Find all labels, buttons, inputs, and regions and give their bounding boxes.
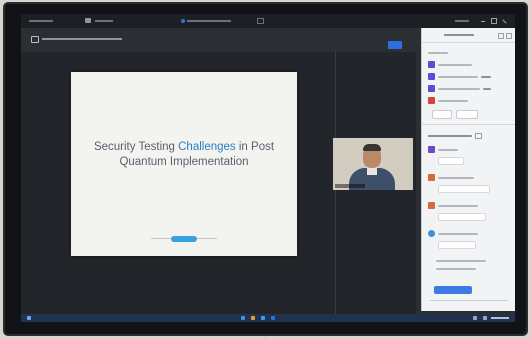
- avatar: [428, 146, 435, 153]
- system-clock[interactable]: [491, 317, 509, 319]
- avatar: [428, 97, 435, 104]
- chat-sender: [438, 204, 478, 207]
- slide-title-line-2: Quantum Implementation: [71, 155, 297, 170]
- meeting-titlebar: [21, 14, 515, 28]
- panel-title: [444, 34, 474, 36]
- shield-icon: [85, 18, 91, 23]
- chat-message: [428, 229, 512, 238]
- chevron-down-icon[interactable]: [475, 132, 482, 139]
- presentation-slide: Security Testing Challenges in Post Quan…: [71, 72, 297, 256]
- avatar: [428, 61, 435, 68]
- participant-collar: [367, 167, 377, 175]
- chat-sender: [438, 176, 474, 179]
- avatar: [428, 202, 435, 209]
- slide-title: Security Testing Challenges in Post Quan…: [71, 140, 297, 170]
- chat-bubble: [438, 185, 490, 193]
- record-icon: [31, 35, 39, 43]
- participant-name: [438, 99, 468, 102]
- participant-role: [481, 75, 491, 78]
- chat-bubble: [438, 213, 486, 221]
- participant-hair: [363, 144, 381, 151]
- new-messages-button[interactable]: [434, 286, 472, 294]
- participants-chat-panel: [421, 28, 515, 311]
- recording-notice: [42, 38, 122, 40]
- volume-icon[interactable]: [483, 316, 487, 320]
- chat-message: [428, 201, 512, 210]
- minimize-icon[interactable]: [481, 21, 485, 22]
- view-button[interactable]: [455, 20, 469, 22]
- popout-icon[interactable]: [498, 33, 504, 39]
- chat-system-note: [436, 260, 486, 262]
- chat-bubble: [438, 157, 464, 165]
- participant-name: [438, 63, 472, 66]
- meeting-topic[interactable]: [187, 20, 231, 22]
- chat-input[interactable]: [430, 300, 508, 301]
- slide-title-text: Quantum Implementation: [119, 156, 249, 168]
- titlebar-app-name: [29, 20, 53, 22]
- titlebar-status: [95, 20, 113, 22]
- avatar: [428, 73, 435, 80]
- monitor-frame: Security Testing Challenges in Post Quan…: [5, 4, 526, 334]
- participant-name-label: [335, 184, 365, 188]
- participant-row[interactable]: [428, 96, 512, 105]
- panel-section-label: [428, 48, 512, 57]
- avatar: [428, 230, 435, 237]
- chat-title: [428, 134, 472, 137]
- chat-sender: [438, 148, 458, 151]
- meeting-topic-icon: [181, 19, 185, 23]
- participant-name: [438, 75, 478, 78]
- windows-taskbar: [21, 314, 515, 322]
- close-icon[interactable]: [502, 19, 507, 24]
- chat-header: [428, 131, 512, 140]
- slide-title-text: Security Testing: [93, 141, 175, 153]
- mute-all-button[interactable]: [456, 110, 478, 119]
- meeting-screen: Security Testing Challenges in Post Quan…: [21, 14, 515, 322]
- browser-icon[interactable]: [261, 316, 265, 320]
- invite-button[interactable]: [432, 110, 452, 119]
- participant-name: [438, 87, 480, 90]
- chat-bubble: [438, 241, 476, 249]
- recording-ok-button[interactable]: [388, 41, 402, 49]
- chat-system-note: [436, 268, 476, 270]
- slide-footer-badge: [171, 236, 197, 242]
- slide-title-line-1: Security Testing Challenges in Post: [71, 140, 297, 155]
- section-label-text: [428, 51, 448, 54]
- participant-video[interactable]: [333, 138, 413, 190]
- maximize-icon[interactable]: [491, 18, 497, 24]
- panel-header: [422, 28, 515, 43]
- chat-message: [428, 145, 512, 154]
- chat-sender: [438, 232, 478, 235]
- folder-icon[interactable]: [251, 316, 255, 320]
- slide-title-text: in Post: [238, 141, 275, 153]
- recording-banner: [31, 33, 122, 45]
- taskbar-app-icon[interactable]: [241, 316, 245, 320]
- monitor-power-light: [265, 336, 267, 338]
- avatar: [428, 174, 435, 181]
- network-icon[interactable]: [473, 316, 477, 320]
- grid-icon[interactable]: [257, 18, 264, 24]
- close-icon[interactable]: [506, 33, 512, 39]
- participant-row[interactable]: [428, 72, 512, 81]
- participant-row[interactable]: [428, 84, 512, 93]
- participant-row[interactable]: [428, 60, 512, 69]
- slide-title-highlight: Challenges: [178, 141, 236, 153]
- meeting-app-icon[interactable]: [271, 316, 275, 320]
- mic-icon[interactable]: [483, 87, 491, 90]
- panel-separator: [422, 124, 515, 125]
- shared-screen-area: Security Testing Challenges in Post Quan…: [21, 52, 416, 314]
- chat-message: [428, 173, 512, 182]
- start-icon[interactable]: [27, 316, 31, 320]
- avatar: [428, 85, 435, 92]
